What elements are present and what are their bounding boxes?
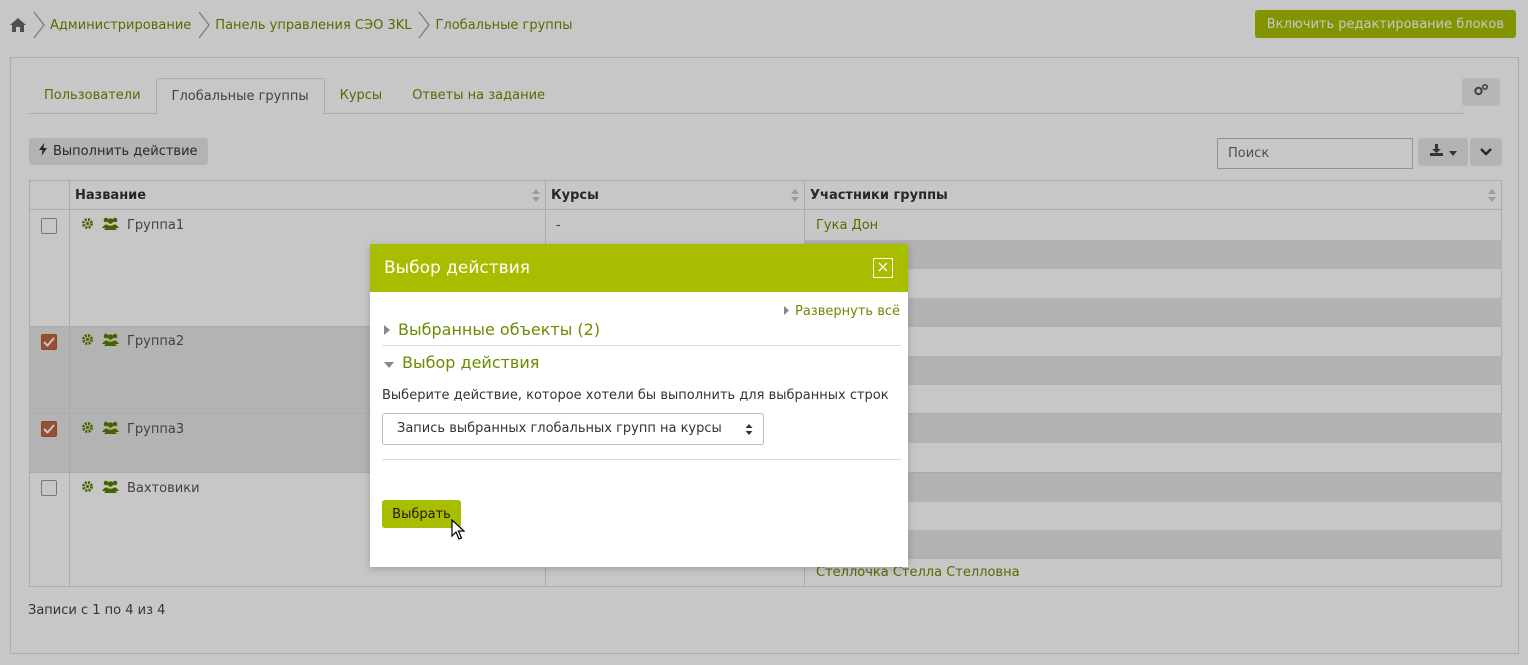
section-selected-objects[interactable]: Выбранные объекты (2) [384, 320, 600, 339]
action-select[interactable]: Запись выбранных глобальных групп на кур… [382, 413, 764, 445]
section-selected-objects-label: Выбранные объекты (2) [398, 320, 601, 339]
expand-all-label: Развернуть всё [795, 304, 900, 319]
modal-header: Выбор действия [370, 244, 908, 292]
close-button[interactable] [873, 258, 893, 278]
caret-down-icon [384, 353, 394, 372]
expand-all-link[interactable]: Развернуть всё [784, 304, 900, 319]
action-prompt: Выберите действие, которое хотели бы вып… [382, 388, 889, 403]
select-submit-button[interactable]: Выбрать [382, 500, 461, 528]
mouse-pointer-icon [451, 519, 465, 540]
divider [382, 459, 901, 460]
section-action-choice-label: Выбор действия [402, 353, 540, 372]
modal-title: Выбор действия [384, 258, 530, 278]
select-arrows-icon [745, 424, 753, 435]
divider [382, 345, 901, 346]
caret-right-icon [384, 320, 390, 339]
action-select-value: Запись выбранных глобальных групп на кур… [397, 421, 722, 436]
section-action-choice[interactable]: Выбор действия [384, 353, 539, 372]
caret-right-icon [784, 304, 789, 319]
close-icon [878, 261, 888, 276]
